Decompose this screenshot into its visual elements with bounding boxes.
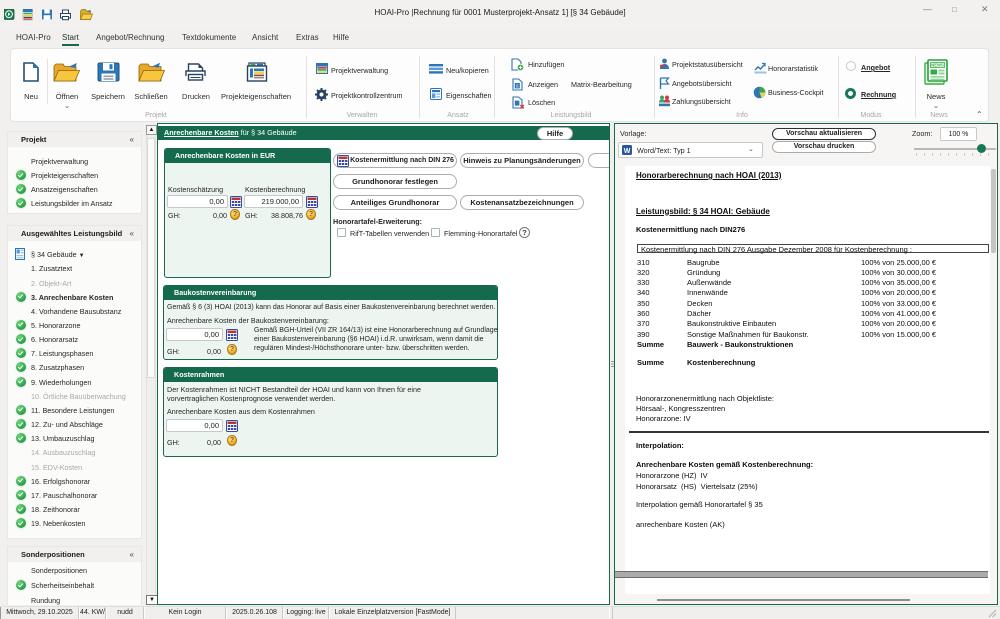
svg-text:NEWS: NEWS	[931, 63, 944, 68]
svg-text:W: W	[624, 148, 631, 155]
